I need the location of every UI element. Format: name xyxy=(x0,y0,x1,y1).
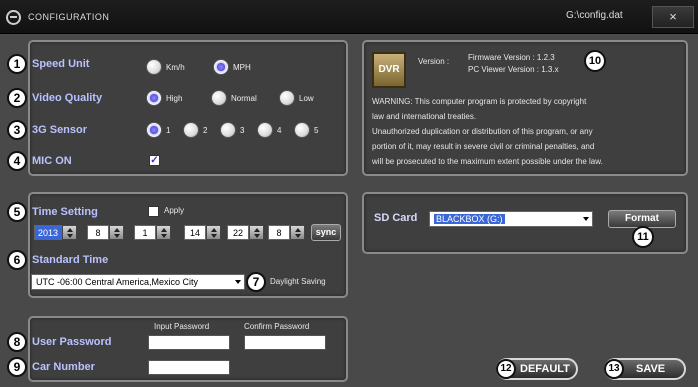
version-label: Version : xyxy=(418,57,450,66)
radio-off-icon xyxy=(211,90,227,106)
hour-stepper[interactable]: 14 xyxy=(184,225,221,240)
month-value: 8 xyxy=(87,225,109,240)
stepper-arrows-icon[interactable] xyxy=(206,225,221,240)
password-input[interactable] xyxy=(148,335,230,350)
daylight-saving-label: Daylight Saving xyxy=(270,277,326,286)
radio-on-icon xyxy=(146,122,162,138)
time-setting-label: Time Setting xyxy=(32,206,98,218)
minute-stepper[interactable]: 22 xyxy=(227,225,264,240)
video-quality-low-radio[interactable]: Low xyxy=(279,90,314,106)
stepper-arrows-icon[interactable] xyxy=(290,225,305,240)
g-sensor-1-radio[interactable]: 1 xyxy=(146,122,170,138)
video-quality-label: Video Quality xyxy=(32,92,103,104)
user-password-label: User Password xyxy=(32,336,112,348)
timezone-select[interactable]: UTC -06:00 Central America,Mexico City xyxy=(31,274,245,290)
firmware-version: Firmware Version : 1.2.3 xyxy=(468,53,555,62)
dvr-logo: DVR xyxy=(372,52,406,88)
default-button[interactable]: 12 DEFAULT xyxy=(496,358,578,380)
badge-10: 10 xyxy=(584,50,606,72)
radio-off-icon xyxy=(257,122,273,138)
badge-11: 11 xyxy=(632,226,654,248)
stepper-arrows-icon[interactable] xyxy=(249,225,264,240)
standard-time-label: Standard Time xyxy=(32,254,109,266)
radio-off-icon xyxy=(183,122,199,138)
window-title: CONFIGURATION xyxy=(28,12,110,22)
badge-3: 3 xyxy=(7,120,27,140)
radio-on-icon xyxy=(146,90,162,106)
g-sensor-4-radio[interactable]: 4 xyxy=(257,122,281,138)
car-number-label: Car Number xyxy=(32,361,95,373)
badge-7: 7 xyxy=(246,272,266,292)
close-button[interactable]: × xyxy=(652,6,694,28)
title-bar: CONFIGURATION G:\config.dat × xyxy=(0,0,698,34)
speed-unit-kmh-radio[interactable]: Km/h xyxy=(146,59,185,75)
config-file-path: G:\config.dat xyxy=(566,10,623,21)
stepper-arrows-icon[interactable] xyxy=(62,225,77,240)
app-logo-icon xyxy=(6,10,21,25)
dropdown-arrow-icon xyxy=(583,217,589,221)
save-button-label: SAVE xyxy=(636,363,666,375)
radio-off-icon xyxy=(146,59,162,75)
radio-off-icon xyxy=(220,122,236,138)
g-sensor-2-radio[interactable]: 2 xyxy=(183,122,207,138)
badge-1: 1 xyxy=(7,54,27,74)
mic-on-label: MIC ON xyxy=(32,155,72,167)
default-button-label: DEFAULT xyxy=(520,363,570,375)
apply-label: Apply xyxy=(164,206,185,215)
video-quality-normal-radio[interactable]: Normal xyxy=(211,90,257,106)
radio-off-icon xyxy=(294,122,310,138)
badge-4: 4 xyxy=(7,151,27,171)
confirm-password-header: Confirm Password xyxy=(244,322,310,331)
badge-13: 13 xyxy=(604,359,624,379)
second-value: 8 xyxy=(268,225,290,240)
speed-unit-label: Speed Unit xyxy=(32,58,90,70)
day-stepper[interactable]: 1 xyxy=(134,225,171,240)
configuration-window: CONFIGURATION G:\config.dat × 1 Speed Un… xyxy=(0,0,698,387)
sd-card-label: SD Card xyxy=(374,212,418,224)
badge-8: 8 xyxy=(7,332,27,352)
g-sensor-3-radio[interactable]: 3 xyxy=(220,122,244,138)
timezone-value: UTC -06:00 Central America,Mexico City xyxy=(36,277,199,287)
speed-unit-mph-radio[interactable]: MPH xyxy=(213,59,251,75)
mic-on-checkbox[interactable]: ✓ xyxy=(149,155,160,166)
day-value: 1 xyxy=(134,225,156,240)
stepper-arrows-icon[interactable] xyxy=(109,225,124,240)
pc-viewer-version: PC Viewer Version : 1.3.x xyxy=(468,65,559,74)
dropdown-arrow-icon xyxy=(235,280,241,284)
sd-card-value: BLACKBOX (G:) xyxy=(434,214,505,224)
sync-button[interactable]: sync xyxy=(311,224,341,241)
radio-on-icon xyxy=(213,59,229,75)
year-stepper[interactable]: 2013 xyxy=(34,225,77,240)
save-button[interactable]: 13 SAVE xyxy=(604,358,686,380)
apply-checkbox[interactable] xyxy=(148,206,159,217)
badge-12: 12 xyxy=(496,359,516,379)
month-stepper[interactable]: 8 xyxy=(87,225,124,240)
copyright-warning: WARNING: This computer program is protec… xyxy=(372,97,603,166)
year-value: 2013 xyxy=(34,225,62,240)
confirm-password-input[interactable] xyxy=(244,335,326,350)
second-stepper[interactable]: 8 xyxy=(268,225,305,240)
badge-6: 6 xyxy=(7,250,27,270)
hour-value: 14 xyxy=(184,225,206,240)
minute-value: 22 xyxy=(227,225,249,240)
badge-2: 2 xyxy=(7,88,27,108)
g-sensor-label: 3G Sensor xyxy=(32,124,88,136)
input-password-header: Input Password xyxy=(154,322,210,331)
badge-9: 9 xyxy=(7,357,27,377)
badge-5: 5 xyxy=(7,202,27,222)
g-sensor-5-radio[interactable]: 5 xyxy=(294,122,318,138)
stepper-arrows-icon[interactable] xyxy=(156,225,171,240)
radio-off-icon xyxy=(279,90,295,106)
sd-card-select[interactable]: BLACKBOX (G:) xyxy=(429,211,593,227)
video-quality-high-radio[interactable]: High xyxy=(146,90,182,106)
car-number-input[interactable] xyxy=(148,360,230,375)
